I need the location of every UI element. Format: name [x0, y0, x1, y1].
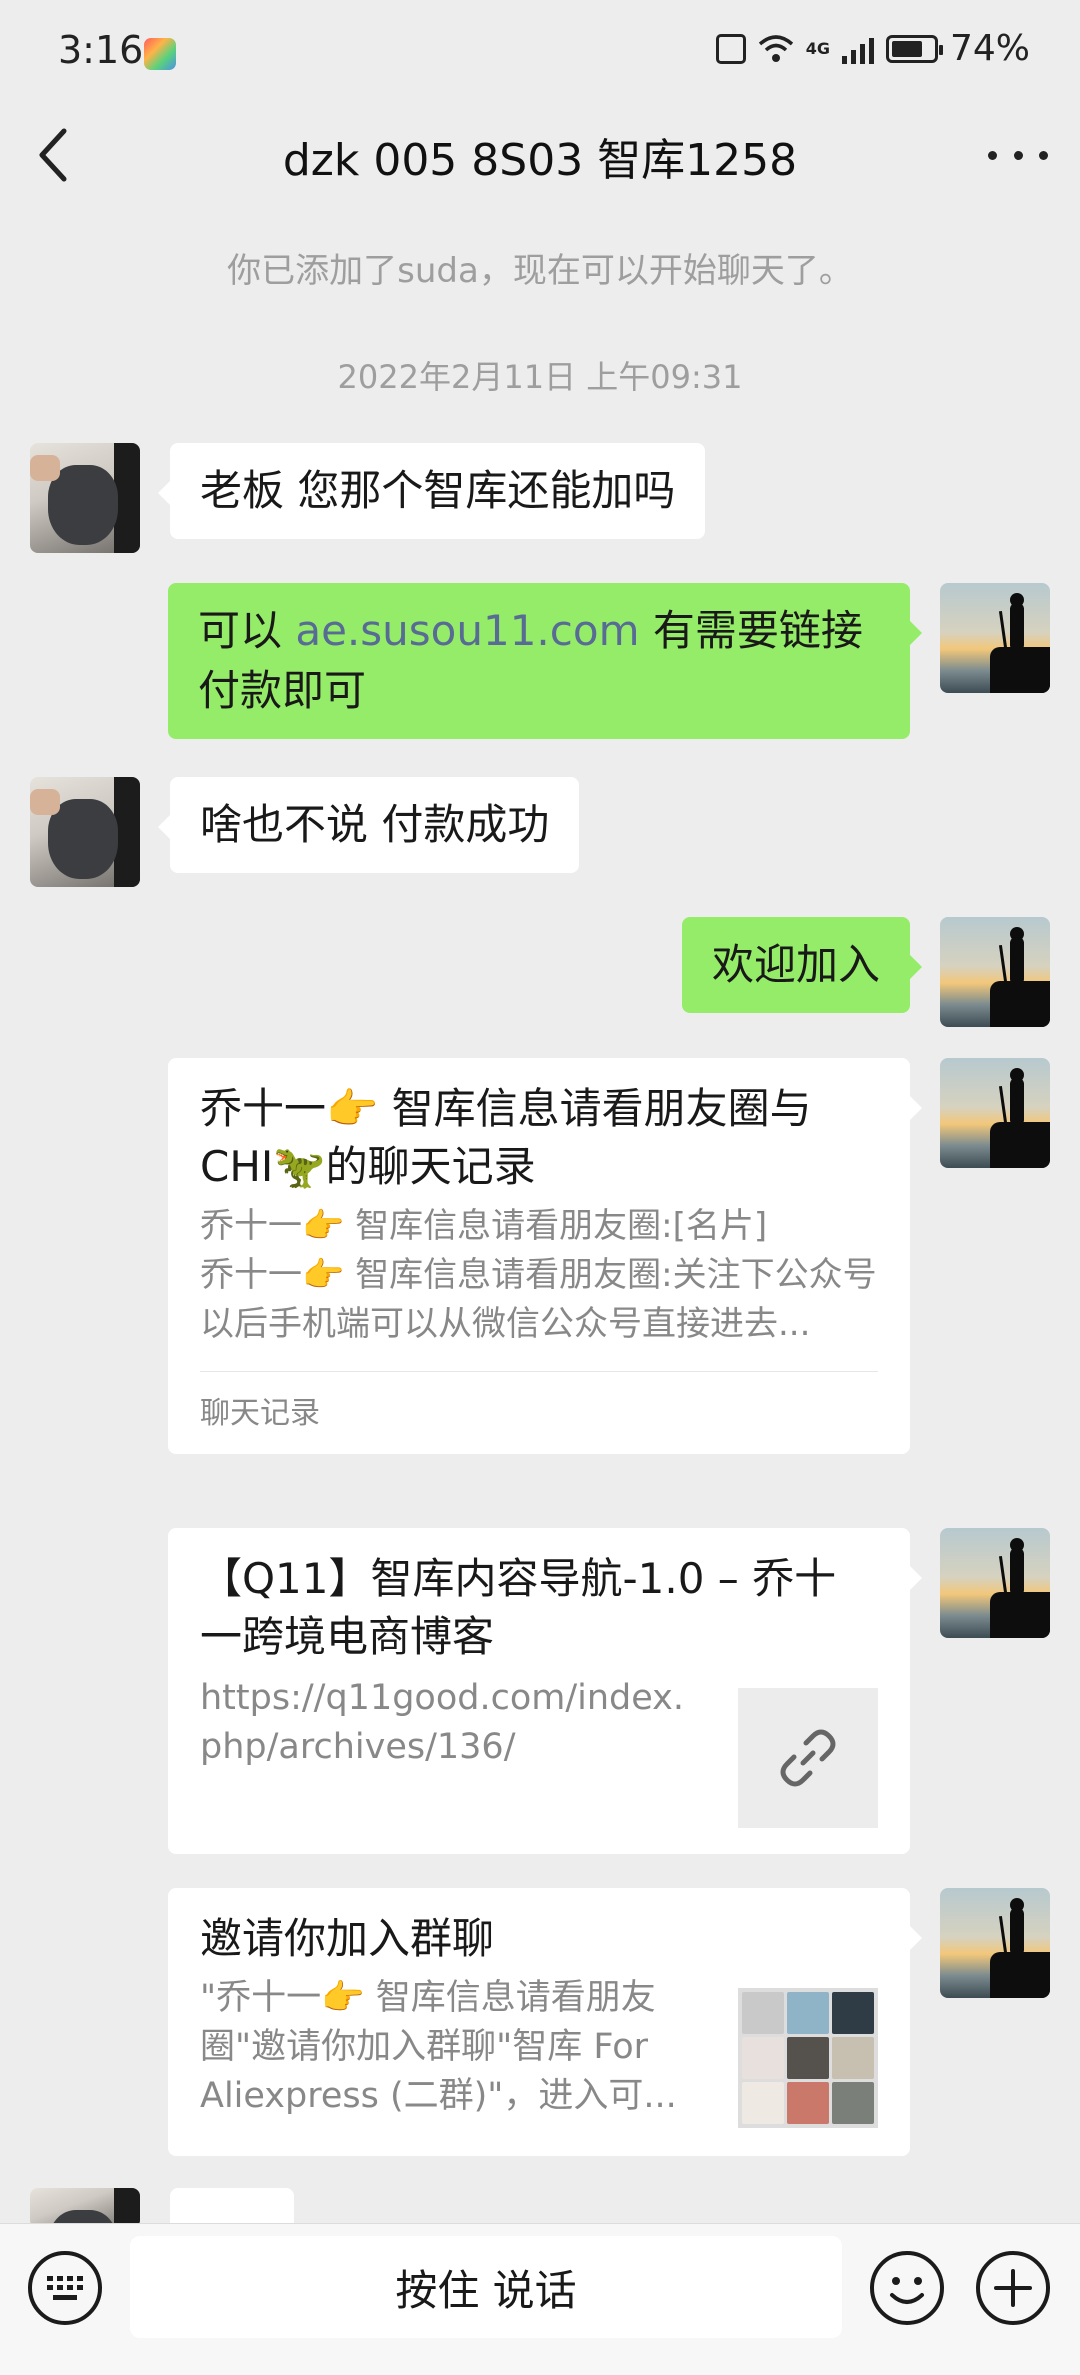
chat-title: dzk 005 8S03 智库1258 — [282, 135, 798, 186]
more-icon-dot — [1013, 150, 1023, 160]
keyboard-button[interactable] — [28, 2251, 102, 2325]
chat-record-line: 乔十一👉 智库信息请看朋友圈:关注下公众号 以后手机端可以从微信公众号直接进去.… — [200, 1255, 877, 1344]
message-link[interactable]: ae.susou11.com — [295, 606, 639, 655]
link-icon — [780, 1729, 836, 1787]
message-bubble[interactable]: 欢迎加入 — [681, 917, 923, 1013]
group-avatar-grid — [738, 1988, 878, 2128]
signal-icon — [841, 34, 874, 64]
more-icon-dot — [1039, 150, 1048, 160]
message-text: 啥也不说 付款成功 — [200, 800, 550, 849]
link-card-title: 【Q11】智库内容导航-1.0 – 乔十一跨境电商博客 — [200, 1554, 837, 1661]
my-avatar[interactable] — [940, 917, 1050, 1027]
network-type: 4G — [805, 38, 830, 58]
message-text: 可以 — [198, 606, 296, 655]
message-bubble[interactable] — [170, 2188, 294, 2228]
emoji-button[interactable] — [870, 2251, 944, 2325]
my-avatar[interactable] — [940, 1058, 1050, 1168]
keyboard-icon — [47, 2276, 83, 2300]
chat-record-footer: 聊天记录 — [200, 1371, 878, 1432]
contact-avatar[interactable] — [30, 443, 140, 553]
my-avatar[interactable] — [940, 1888, 1050, 1998]
plus-icon — [994, 2269, 1032, 2307]
battery-icon — [885, 34, 943, 63]
message-bubble[interactable]: 啥也不说 付款成功 — [157, 777, 580, 873]
added-notice: 你已添加了suda，现在可以开始聊天了。 — [227, 251, 853, 291]
battery-fill — [891, 40, 922, 57]
group-invite-card[interactable]: 邀请你加入群聊 "乔十一👉 智库信息请看朋友圈"邀请你加入群聊"智库 For A… — [168, 1888, 922, 2156]
link-card-url: https://q11good.com/index.php/archives/1… — [200, 1678, 685, 1767]
status-time: 3:16 — [58, 28, 144, 72]
chat-record-line: 乔十一👉 智库信息请看朋友圈:[名片] — [200, 1206, 768, 1246]
chat-record-title: 乔十一👉 智库信息请看朋友圈与CHI🦖的聊天记录 — [200, 1084, 812, 1191]
vibrate-icon — [715, 33, 746, 64]
chat-timestamp: 2022年2月11日 上午09:31 — [337, 358, 743, 396]
more-button[interactable] — [988, 140, 1048, 170]
message-text: 欢迎加入 — [711, 940, 880, 989]
contact-avatar[interactable] — [30, 777, 140, 887]
group-invite-title: 邀请你加入群聊 — [200, 1914, 495, 1963]
message-bubble[interactable]: 可以 ae.susou11.com 有需要链接付款即可 — [168, 583, 922, 739]
link-card[interactable]: 【Q11】智库内容导航-1.0 – 乔十一跨境电商博客 https://q11g… — [168, 1528, 922, 1854]
hold-to-talk-button[interactable]: 按住 说话 — [130, 2236, 842, 2338]
app-notification-icon — [144, 38, 176, 70]
more-icon-dot — [988, 150, 997, 160]
message-text: 老板 您那个智库还能加吗 — [200, 466, 676, 515]
chat-input-bar: 按住 说话 — [0, 2223, 1080, 2375]
emoji-icon — [890, 2277, 924, 2304]
status-icons: 4G 74% — [715, 28, 1030, 69]
battery-percent: 74% — [949, 28, 1030, 69]
my-avatar[interactable] — [940, 583, 1050, 693]
wifi-icon — [758, 34, 793, 62]
message-bubble[interactable]: 老板 您那个智库还能加吗 — [157, 443, 706, 539]
link-thumbnail — [738, 1688, 878, 1828]
plus-button[interactable] — [976, 2251, 1050, 2325]
contact-avatar[interactable] — [30, 2188, 140, 2228]
group-invite-desc: "乔十一👉 智库信息请看朋友圈"邀请你加入群聊"智库 For Aliexpres… — [200, 1978, 677, 2116]
chat-record-card[interactable]: 乔十一👉 智库信息请看朋友圈与CHI🦖的聊天记录 乔十一👉 智库信息请看朋友圈:… — [168, 1058, 922, 1454]
my-avatar[interactable] — [940, 1528, 1050, 1638]
